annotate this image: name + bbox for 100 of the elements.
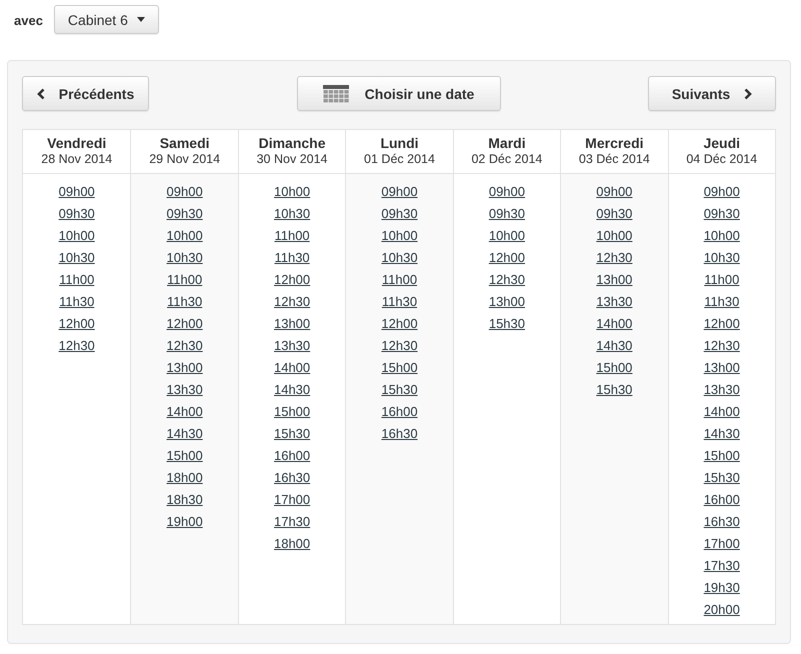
time-slot-link[interactable]: 11h30 xyxy=(704,291,740,313)
time-slot-link[interactable]: 09h00 xyxy=(488,181,525,203)
time-slot-link[interactable]: 14h00 xyxy=(274,357,310,379)
time-slot-link[interactable]: 19h00 xyxy=(166,511,203,533)
time-slot-link[interactable]: 10h00 xyxy=(166,225,203,247)
time-slot-link[interactable]: 10h00 xyxy=(596,225,632,247)
time-slot-link[interactable]: 15h30 xyxy=(381,379,418,401)
choose-date-button[interactable]: Choisir une date xyxy=(296,76,500,111)
time-slot-link[interactable]: 10h30 xyxy=(381,247,418,269)
time-slot-link[interactable]: 16h00 xyxy=(274,445,310,467)
day-name: Dimanche xyxy=(258,135,326,151)
time-slot-link[interactable]: 12h30 xyxy=(704,335,740,357)
time-slot-link[interactable]: 16h00 xyxy=(704,489,740,511)
time-slot-link[interactable]: 09h30 xyxy=(166,203,203,225)
time-slot-link[interactable]: 18h00 xyxy=(274,533,310,555)
day-date: 04 Déc 2014 xyxy=(686,151,758,167)
time-slot-link[interactable]: 15h30 xyxy=(488,313,525,335)
previous-button[interactable]: Précédents xyxy=(22,76,149,111)
time-slot-link[interactable]: 15h30 xyxy=(596,379,632,401)
time-slot-link[interactable]: 09h00 xyxy=(381,181,418,203)
time-slot-link[interactable]: 11h00 xyxy=(274,225,310,247)
time-slot-link[interactable]: 11h30 xyxy=(167,291,202,313)
time-slot-link[interactable]: 13h00 xyxy=(596,269,632,291)
time-slot-link[interactable]: 10h00 xyxy=(488,225,525,247)
practitioner-label: avec xyxy=(14,13,43,28)
time-slot-link[interactable]: 11h00 xyxy=(382,269,418,291)
time-slot-link[interactable]: 09h30 xyxy=(596,203,632,225)
time-slot-link[interactable]: 12h30 xyxy=(596,247,632,269)
time-slot-link[interactable]: 12h00 xyxy=(704,313,740,335)
time-slot-link[interactable]: 12h00 xyxy=(166,313,203,335)
time-slot-link[interactable]: 12h30 xyxy=(58,335,95,357)
chevron-left-icon xyxy=(36,88,45,100)
time-slot-link[interactable]: 10h30 xyxy=(58,247,95,269)
time-slot-link[interactable]: 10h30 xyxy=(704,247,740,269)
time-slot-link[interactable]: 09h30 xyxy=(704,203,740,225)
time-slot-link[interactable]: 16h00 xyxy=(381,401,418,423)
time-slot-link[interactable]: 13h00 xyxy=(488,291,525,313)
time-slot-link[interactable]: 16h30 xyxy=(274,467,310,489)
time-slot-link[interactable]: 16h30 xyxy=(381,423,418,445)
time-slot-link[interactable]: 09h00 xyxy=(704,181,740,203)
time-slot-link[interactable]: 12h30 xyxy=(488,269,525,291)
time-slot-link[interactable]: 10h00 xyxy=(274,181,310,203)
time-slot-link[interactable]: 09h00 xyxy=(58,181,95,203)
time-slot-link[interactable]: 17h00 xyxy=(704,533,740,555)
time-slot-link[interactable]: 14h30 xyxy=(166,423,203,445)
time-slot-link[interactable]: 14h30 xyxy=(274,379,310,401)
time-slot-link[interactable]: 11h00 xyxy=(167,269,202,291)
time-slot-link[interactable]: 10h00 xyxy=(381,225,418,247)
time-slot-link[interactable]: 13h00 xyxy=(274,313,310,335)
time-slot-link[interactable]: 10h30 xyxy=(166,247,203,269)
time-slot-link[interactable]: 09h30 xyxy=(58,203,95,225)
time-slot-link[interactable]: 12h00 xyxy=(58,313,95,335)
time-slot-link[interactable]: 13h00 xyxy=(166,357,203,379)
time-slot-link[interactable]: 14h30 xyxy=(704,423,740,445)
time-slot-link[interactable]: 13h30 xyxy=(166,379,203,401)
time-slot-link[interactable]: 16h30 xyxy=(704,511,740,533)
time-slot-link[interactable]: 12h30 xyxy=(274,291,310,313)
time-slot-link[interactable]: 15h00 xyxy=(381,357,418,379)
time-slot-link[interactable]: 15h30 xyxy=(274,423,310,445)
time-slot-link[interactable]: 12h30 xyxy=(166,335,203,357)
day-name: Lundi xyxy=(380,135,419,151)
time-slot-link[interactable]: 12h00 xyxy=(381,313,418,335)
time-slot-link[interactable]: 14h30 xyxy=(596,335,632,357)
time-slot-link[interactable]: 12h00 xyxy=(274,269,310,291)
time-slot-link[interactable]: 10h30 xyxy=(274,203,310,225)
time-slot-link[interactable]: 11h30 xyxy=(382,291,418,313)
time-slot-link[interactable]: 12h30 xyxy=(381,335,418,357)
time-slot-link[interactable]: 17h00 xyxy=(274,489,310,511)
time-slot-link[interactable]: 13h30 xyxy=(596,291,632,313)
time-slot-link[interactable]: 19h30 xyxy=(704,577,740,599)
time-slot-link[interactable]: 17h30 xyxy=(704,555,740,577)
time-slot-link[interactable]: 14h00 xyxy=(166,401,203,423)
time-slot-link[interactable]: 13h00 xyxy=(704,357,740,379)
time-slot-link[interactable]: 09h00 xyxy=(596,181,632,203)
time-slot-link[interactable]: 11h30 xyxy=(59,291,94,313)
time-slot-link[interactable]: 20h00 xyxy=(704,599,740,621)
time-slot-link[interactable]: 18h30 xyxy=(166,489,203,511)
time-slot-link[interactable]: 14h00 xyxy=(704,401,740,423)
time-slot-link[interactable]: 17h30 xyxy=(274,511,310,533)
next-button[interactable]: Suivants xyxy=(648,76,776,111)
time-slot-link[interactable]: 13h30 xyxy=(704,379,740,401)
time-slot-link[interactable]: 15h00 xyxy=(704,445,740,467)
time-slot-link[interactable]: 09h30 xyxy=(381,203,418,225)
time-slot-link[interactable]: 18h00 xyxy=(166,467,203,489)
day-date: 29 Nov 2014 xyxy=(149,151,220,167)
time-slot-link[interactable]: 09h00 xyxy=(166,181,203,203)
practitioner-dropdown[interactable]: Cabinet 6 xyxy=(54,5,159,34)
time-slot-link[interactable]: 11h00 xyxy=(704,269,740,291)
time-slot-link[interactable]: 10h00 xyxy=(704,225,740,247)
time-slot-link[interactable]: 14h00 xyxy=(596,313,632,335)
time-slot-link[interactable]: 15h00 xyxy=(274,401,310,423)
time-slot-link[interactable]: 13h30 xyxy=(274,335,310,357)
time-slot-link[interactable]: 15h30 xyxy=(704,467,740,489)
time-slot-link[interactable]: 11h00 xyxy=(59,269,94,291)
time-slot-link[interactable]: 15h00 xyxy=(596,357,632,379)
time-slot-link[interactable]: 10h00 xyxy=(58,225,95,247)
time-slot-link[interactable]: 15h00 xyxy=(166,445,203,467)
time-slot-link[interactable]: 09h30 xyxy=(488,203,525,225)
time-slot-link[interactable]: 12h00 xyxy=(488,247,525,269)
time-slot-link[interactable]: 11h30 xyxy=(274,247,310,269)
